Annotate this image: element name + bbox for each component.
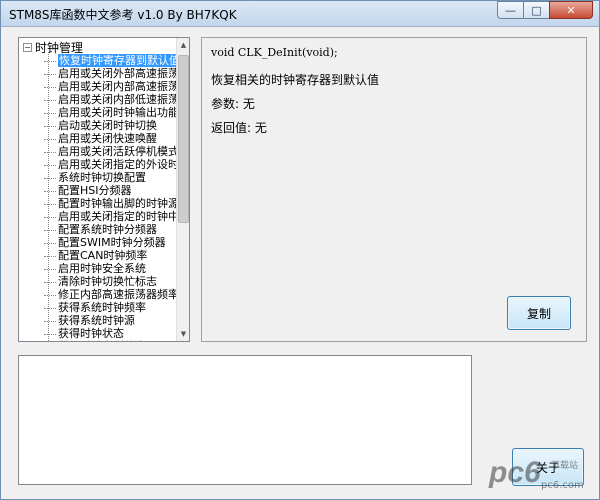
tree-branch-line	[44, 138, 56, 140]
tree-item-label: 启用或关闭快速唤醒	[58, 132, 157, 145]
tree-item[interactable]: 启用或关闭指定的外设时	[44, 158, 177, 171]
tree-item[interactable]: 启用或关闭外部高速振荡	[44, 67, 177, 80]
title-bar[interactable]: STM8S库函数中文参考 v1.0 By BH7KQK — □ ✕	[1, 1, 599, 27]
tree-item[interactable]: 启用或关闭指定的时钟中	[44, 210, 177, 223]
tree-item-label: 启用或关闭外部高速振荡	[58, 67, 177, 80]
tree-branch-line	[44, 307, 56, 309]
tree-item[interactable]: 配置SWIM时钟分频器	[44, 236, 177, 249]
tree-branch-line	[44, 281, 56, 283]
tree-item-label: 启动或关闭时钟切换	[58, 119, 157, 132]
tree-item[interactable]: 配置时钟输出脚的时钟源	[44, 197, 177, 210]
tree-item[interactable]: 获得系统时钟源	[44, 314, 177, 327]
tree-branch-line	[44, 125, 56, 127]
about-button[interactable]: 关于	[512, 448, 584, 486]
tree-item-label: 获得时钟状态	[58, 327, 124, 340]
tree-branch-line	[44, 242, 56, 244]
tree-item[interactable]: 启用或关闭快速唤醒	[44, 132, 177, 145]
function-signature: void CLK_DeInit(void);	[211, 46, 338, 59]
tree-item[interactable]: 配置CAN时钟频率	[44, 249, 177, 262]
function-tree[interactable]: − 时钟管理 恢复时钟寄存器到默认值 启用或关闭外部高速振荡 启用或关闭内部高速振荡…	[18, 37, 190, 342]
tree-branch-line	[44, 216, 56, 218]
minimize-button[interactable]: —	[497, 1, 523, 19]
function-return: 返回值: 无	[211, 121, 267, 135]
tree-branch-line	[44, 151, 56, 153]
collapse-icon[interactable]: −	[23, 42, 32, 52]
copy-button[interactable]: 复制	[507, 296, 571, 330]
tree-item[interactable]: 启动或关闭时钟切换	[44, 119, 177, 132]
tree-item[interactable]: 获得系统时钟频率	[44, 301, 177, 314]
tree-item-label: 启用或关闭内部低速振荡	[58, 93, 177, 106]
tree-branch-line	[44, 73, 56, 75]
tree-item[interactable]: 启用或关闭时钟输出功能	[44, 106, 177, 119]
tree-branch-line	[44, 164, 56, 166]
tree-scrollbar[interactable]: ▲ ▼	[176, 38, 189, 341]
tree-item[interactable]: 修正内部高速振荡器频率	[44, 288, 177, 301]
tree-branch-line	[44, 333, 56, 335]
tree-item[interactable]: 获得时钟中断状态	[44, 340, 177, 341]
tree-branch-line	[44, 268, 56, 270]
maximize-button[interactable]: □	[523, 1, 549, 19]
tree-branch-line	[44, 99, 56, 101]
window-controls: — □ ✕	[497, 1, 593, 19]
tree-branch-line	[44, 60, 56, 62]
tree-item-label: 启用或关闭指定的时钟中	[58, 210, 177, 223]
tree-item[interactable]: 配置HSI分频器	[44, 184, 177, 197]
tree-item-label: 配置HSI分频器	[58, 184, 132, 197]
tree-item[interactable]: 系统时钟切换配置	[44, 171, 177, 184]
tree-item-label: 配置时钟输出脚的时钟源	[58, 197, 177, 210]
tree-branch-line	[44, 190, 56, 192]
tree-root-node[interactable]: − 时钟管理	[23, 40, 84, 55]
main-window: STM8S库函数中文参考 v1.0 By BH7KQK — □ ✕ − 时钟管理…	[0, 0, 600, 500]
tree-item[interactable]: 启用时钟安全系统	[44, 262, 177, 275]
tree-item-label: 恢复时钟寄存器到默认值	[58, 54, 177, 67]
tree-item[interactable]: 启用或关闭内部低速振荡	[44, 93, 177, 106]
output-textbox[interactable]	[18, 355, 472, 485]
function-description: 恢复相关的时钟寄存器到默认值	[211, 73, 380, 87]
tree-item-label: 获得时钟中断状态	[58, 340, 146, 341]
tree-item-label: 配置系统时钟分频器	[58, 223, 157, 236]
tree-item-label: 启用或关闭指定的外设时	[58, 158, 177, 171]
scroll-thumb[interactable]	[178, 55, 189, 223]
tree-branch-line	[44, 229, 56, 231]
tree-item[interactable]: 启用或关闭内部高速振荡	[44, 80, 177, 93]
tree-item-label: 系统时钟切换配置	[58, 171, 146, 184]
tree-branch-line	[44, 294, 56, 296]
tree-item-label: 清除时钟切换忙标志	[58, 275, 157, 288]
tree-viewport: − 时钟管理 恢复时钟寄存器到默认值 启用或关闭外部高速振荡 启用或关闭内部高速振荡…	[19, 38, 177, 341]
tree-item[interactable]: 获得时钟状态	[44, 327, 177, 340]
scroll-up-icon[interactable]: ▲	[177, 38, 189, 52]
tree-item-label: 获得系统时钟频率	[58, 301, 146, 314]
tree-branch-line	[44, 86, 56, 88]
tree-item-label: 配置SWIM时钟分频器	[58, 236, 166, 249]
tree-item[interactable]: 恢复时钟寄存器到默认值	[44, 54, 177, 67]
tree-item-label: 启用或关闭内部高速振荡	[58, 80, 177, 93]
tree-branch-line	[44, 203, 56, 205]
tree-branch-line	[44, 112, 56, 114]
tree-item[interactable]: 配置系统时钟分频器	[44, 223, 177, 236]
tree-branch-line	[44, 320, 56, 322]
tree-item-label: 启用或关闭活跃停机模式	[58, 145, 177, 158]
tree-branch-line	[44, 255, 56, 257]
function-params: 参数: 无	[211, 97, 255, 111]
tree-item-label: 获得系统时钟源	[58, 314, 135, 327]
scroll-down-icon[interactable]: ▼	[177, 327, 189, 341]
tree-item-label: 启用或关闭时钟输出功能	[58, 106, 177, 119]
window-title: STM8S库函数中文参考 v1.0 By BH7KQK	[9, 8, 237, 22]
tree-item-label: 配置CAN时钟频率	[58, 249, 148, 262]
tree-item[interactable]: 清除时钟切换忙标志	[44, 275, 177, 288]
tree-branch-line	[44, 177, 56, 179]
tree-item-label: 启用时钟安全系统	[58, 262, 146, 275]
tree-item[interactable]: 启用或关闭活跃停机模式	[44, 145, 177, 158]
close-button[interactable]: ✕	[549, 1, 593, 19]
tree-item-label: 修正内部高速振荡器频率	[58, 288, 177, 301]
tree-root-label: 时钟管理	[35, 40, 84, 55]
